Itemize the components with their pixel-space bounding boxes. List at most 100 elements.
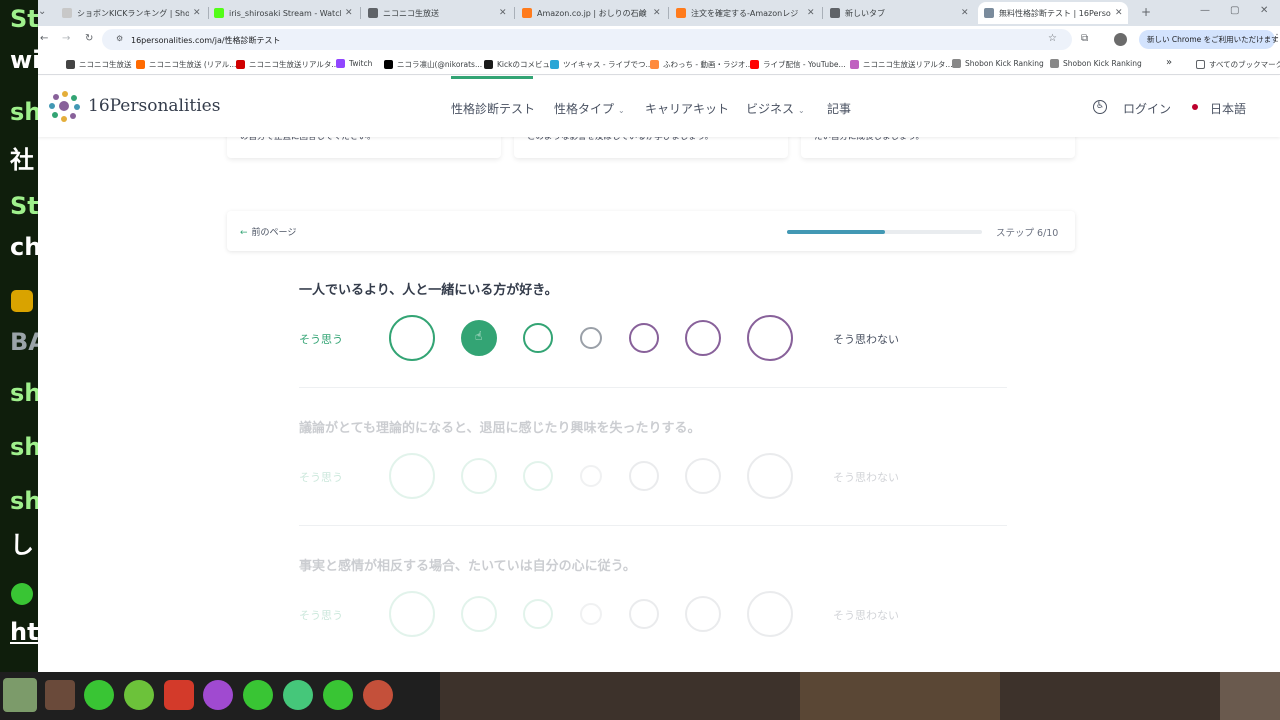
emote-icon xyxy=(84,680,114,710)
verified-badge-icon xyxy=(11,583,33,605)
answer-option-6[interactable] xyxy=(685,458,721,494)
tab-favicon-icon xyxy=(62,8,72,18)
bookmark-item[interactable]: Twitch xyxy=(336,59,372,68)
chrome-update-button[interactable]: 新しい Chrome をご利用いただけます xyxy=(1139,30,1279,49)
answer-option-5[interactable] xyxy=(629,323,659,353)
answer-option-1[interactable] xyxy=(389,315,435,361)
tab-search-chevron-icon[interactable]: ⌄ xyxy=(38,6,46,17)
answer-option-4[interactable] xyxy=(580,327,602,349)
nav-personality-types[interactable]: 性格タイプ ⌄ xyxy=(554,100,625,117)
bookmark-item[interactable]: Shobon Kick Ranking xyxy=(1050,59,1142,68)
bookmark-item[interactable]: ニコラ凛山(@nikorats... xyxy=(384,59,482,70)
agree-label: そう思う xyxy=(299,333,343,346)
bookmark-item[interactable]: ニコニコ生放送リアルタ... xyxy=(236,59,339,70)
forward-icon[interactable]: → xyxy=(62,33,70,44)
profile-avatar[interactable] xyxy=(1114,33,1127,46)
answer-option-5[interactable] xyxy=(629,599,659,629)
previous-page-label: 前のページ xyxy=(251,228,297,238)
browser-tab[interactable]: ニコニコ生放送 ✕ xyxy=(362,2,512,24)
bookmark-item[interactable]: ニコニコ生放送 (リアル... xyxy=(136,59,236,70)
bookmark-label: ニコニコ生放送リアルタ... xyxy=(249,60,339,69)
language-selector[interactable]: 日本語 xyxy=(1210,100,1246,117)
answer-option-6[interactable] xyxy=(685,320,721,356)
tab-close-icon[interactable]: ✕ xyxy=(653,8,661,18)
disagree-label: そう思わない xyxy=(833,609,899,622)
bookmark-item[interactable]: ライブ配信 - YouTube... xyxy=(750,59,846,70)
browser-tab[interactable]: ショボンKICKランキング | Shobon K ✕ xyxy=(56,2,206,24)
extensions-icon[interactable]: ⧉ xyxy=(1081,33,1088,44)
answer-option-2[interactable] xyxy=(461,458,497,494)
emote-icon xyxy=(363,680,393,710)
nav-business[interactable]: ビジネス ⌄ xyxy=(746,100,805,117)
answer-option-5[interactable] xyxy=(629,461,659,491)
bookmark-item[interactable]: Kickのコメビュ xyxy=(484,59,550,70)
bookmark-star-icon[interactable]: ☆ xyxy=(1048,33,1057,44)
answer-option-6[interactable] xyxy=(685,596,721,632)
question-item: 事実と感情が相反する場合、たいていは自分の心に従う。 そう思う そう思わない xyxy=(299,555,1007,665)
question-text: 事実と感情が相反する場合、たいていは自分の心に従う。 xyxy=(299,559,636,574)
bookmark-item[interactable]: ニコニコ生放送リアルタ... xyxy=(850,59,953,70)
answer-option-3[interactable] xyxy=(523,599,553,629)
bookmark-item[interactable]: ニコニコ生放送 xyxy=(66,59,132,70)
site-info-icon[interactable]: ⚙ xyxy=(116,34,123,43)
logo-wordmark[interactable]: 16Personalities xyxy=(88,96,220,116)
japan-flag-icon xyxy=(1192,104,1198,110)
site-header: 16Personalities 性格診断テスト 性格タイプ ⌄ キャリアキット ビ… xyxy=(38,76,1280,137)
previous-page-link[interactable]: ← 前のページ xyxy=(240,225,296,238)
answer-option-7[interactable] xyxy=(747,591,793,637)
chat-line: sh xyxy=(10,98,38,126)
tab-close-icon[interactable]: ✕ xyxy=(1115,8,1123,18)
answer-option-7[interactable] xyxy=(747,453,793,499)
emote-icon xyxy=(164,680,194,710)
accessibility-icon[interactable]: ♿ xyxy=(1093,100,1107,114)
answer-option-4[interactable] xyxy=(580,465,602,487)
nav-label: 性格タイプ xyxy=(554,102,615,116)
answer-option-1[interactable] xyxy=(389,453,435,499)
browser-tab[interactable]: Amazon.co.jp | おしりの石鹸 ✕ xyxy=(516,2,666,24)
stream-chat-overlay: St wi sh 社 St ch BA sh sh sh し ht xyxy=(0,0,38,672)
tab-title: ニコニコ生放送 xyxy=(383,8,439,18)
tab-close-icon[interactable]: ✕ xyxy=(807,8,815,18)
browser-tab[interactable]: 新しいタブ ✕ xyxy=(824,2,974,24)
restore-icon[interactable]: ▢ xyxy=(1230,5,1239,16)
new-tab-button[interactable]: + xyxy=(1141,5,1151,19)
bookmark-label: ニコラ凛山(@nikorats... xyxy=(397,60,483,69)
logo-icon[interactable] xyxy=(48,89,82,123)
agree-label: そう思う xyxy=(299,471,343,484)
answer-option-2[interactable] xyxy=(461,596,497,632)
login-link[interactable]: ログイン xyxy=(1123,100,1171,117)
tab-separator xyxy=(668,7,669,19)
emote-icon xyxy=(243,680,273,710)
bookmark-label: ふわっち - 動画・ラジオ... xyxy=(663,60,753,69)
nav-articles[interactable]: 記事 xyxy=(827,100,851,117)
back-icon[interactable]: ← xyxy=(40,33,48,44)
tab-close-icon[interactable]: ✕ xyxy=(499,8,507,18)
browser-tab[interactable]: 無料性格診断テスト | 16Personal ✕ xyxy=(978,2,1128,24)
question-text: 一人でいるより、人と一緒にいる方が好き。 xyxy=(299,283,558,298)
tab-close-icon[interactable]: ✕ xyxy=(345,8,353,18)
answer-option-7[interactable] xyxy=(747,315,793,361)
tab-close-icon[interactable]: ✕ xyxy=(193,8,201,18)
browser-tab[interactable]: 注文を確定する-Amazonレジ ✕ xyxy=(670,2,820,24)
nav-personality-test[interactable]: 性格診断テスト xyxy=(451,100,535,117)
bookmarks-overflow-button[interactable]: » xyxy=(1166,57,1172,68)
answer-option-3[interactable] xyxy=(523,323,553,353)
bookmark-item[interactable]: ふわっち - 動画・ラジオ... xyxy=(650,59,752,70)
answer-option-4[interactable] xyxy=(580,603,602,625)
browser-tab[interactable]: iris_shirosaki Stream - Watch Liv ✕ xyxy=(208,2,358,24)
active-nav-indicator xyxy=(451,76,533,79)
tab-close-icon[interactable]: ✕ xyxy=(961,8,969,18)
nav-career-kit[interactable]: キャリアキット xyxy=(645,100,729,117)
reload-icon[interactable]: ↻ xyxy=(85,33,93,44)
arrow-left-icon: ← xyxy=(240,228,248,238)
close-window-icon[interactable]: ✕ xyxy=(1260,5,1268,16)
answer-option-3[interactable] xyxy=(523,461,553,491)
all-bookmarks-button[interactable]: すべてのブックマーク xyxy=(1196,59,1280,70)
bookmark-item[interactable]: Shobon Kick Ranking xyxy=(952,59,1044,68)
answer-option-1[interactable] xyxy=(389,591,435,637)
chat-line: ht xyxy=(10,618,38,646)
minimize-icon[interactable]: — xyxy=(1200,5,1210,16)
tab-favicon-icon xyxy=(984,8,994,18)
bookmark-item[interactable]: ツイキャス - ライブでつ... xyxy=(550,59,653,70)
bookmark-label: ツイキャス - ライブでつ... xyxy=(563,60,653,69)
